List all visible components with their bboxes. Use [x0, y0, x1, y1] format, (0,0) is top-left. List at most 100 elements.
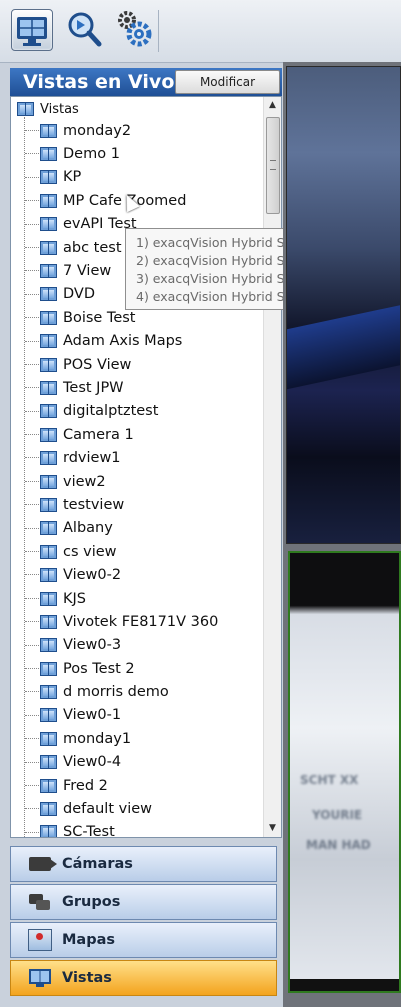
- tree-item[interactable]: d morris demo: [11, 680, 266, 703]
- tree-item[interactable]: Fred 2: [11, 774, 266, 797]
- view-icon: [40, 170, 57, 185]
- tree-connector: [25, 293, 39, 295]
- tree-connector: [25, 667, 39, 669]
- view-icon: [40, 334, 57, 349]
- live-view-button[interactable]: [11, 9, 53, 51]
- tree-item[interactable]: Test JPW: [11, 376, 266, 399]
- scroll-up-arrow-icon[interactable]: ▲: [264, 97, 281, 114]
- tree-connector: [25, 200, 39, 202]
- tree-item-label: Albany: [63, 520, 113, 537]
- view-icon: [40, 240, 57, 255]
- nav-maps[interactable]: Mapas: [10, 922, 277, 958]
- tree-item-label: Adam Axis Maps: [63, 333, 183, 350]
- scroll-down-arrow-icon[interactable]: ▼: [264, 820, 281, 837]
- tree-item-label: Demo 1: [63, 146, 120, 163]
- tree-connector: [25, 597, 39, 599]
- tree-connector: [25, 434, 39, 436]
- tree-item-label: Fred 2: [63, 777, 108, 794]
- tree-item[interactable]: Adam Axis Maps: [11, 330, 266, 353]
- tree-item-label: monday2: [63, 122, 132, 139]
- tree-item[interactable]: digitalptztest: [11, 400, 266, 423]
- tree-item[interactable]: monday2: [11, 119, 266, 142]
- tree-item[interactable]: Demo 1: [11, 142, 266, 165]
- tree-connector: [25, 387, 39, 389]
- tree-connector: [25, 270, 39, 272]
- view-icon: [40, 614, 57, 629]
- tree-item-label: d morris demo: [63, 684, 169, 701]
- view-icon: [40, 451, 57, 466]
- tree-item-label: testview: [63, 496, 125, 513]
- scroll-thumb[interactable]: [266, 117, 280, 214]
- tree-item[interactable]: SC-Test: [11, 821, 266, 838]
- tree-item[interactable]: View0-2: [11, 563, 266, 586]
- view-icon: [40, 731, 57, 746]
- tree-item[interactable]: KP: [11, 166, 266, 189]
- nav-views-label: Vistas: [62, 970, 112, 986]
- tree-connector: [25, 574, 39, 576]
- tree-connector: [25, 130, 39, 131]
- gears-icon: [118, 11, 152, 47]
- tree-item[interactable]: cs view: [11, 540, 266, 563]
- view-icon: [40, 264, 57, 279]
- tree-item[interactable]: POS View: [11, 353, 266, 376]
- tree-connector: [25, 621, 39, 623]
- nav-groups-label: Grupos: [62, 894, 121, 910]
- tree-item[interactable]: rdview1: [11, 446, 266, 469]
- view-icon: [40, 380, 57, 395]
- view-icon: [17, 102, 34, 116]
- view-icon: [40, 661, 57, 676]
- tree-connector: [25, 176, 39, 178]
- tree-connector: [25, 153, 39, 155]
- tree-item[interactable]: default view: [11, 797, 266, 820]
- search-button[interactable]: [64, 9, 104, 49]
- view-icon: [40, 591, 57, 606]
- toolbar-separator: [158, 10, 159, 52]
- tree-item-label: SC-Test: [63, 824, 115, 838]
- nav-cameras[interactable]: Cámaras: [10, 846, 277, 882]
- tree-connector: [25, 480, 39, 482]
- view-icon: [27, 967, 53, 989]
- tree-item[interactable]: Vivotek FE8171V 360: [11, 610, 266, 633]
- tree-item[interactable]: MP Cafe Zoomed: [11, 189, 266, 212]
- grip-icon: [270, 160, 276, 170]
- tree-item[interactable]: Camera 1: [11, 423, 266, 446]
- tree-item-label: 7 View: [63, 263, 112, 280]
- tree-item[interactable]: View0-3: [11, 634, 266, 657]
- modify-button[interactable]: Modificar: [175, 70, 280, 94]
- tree-item[interactable]: view2: [11, 470, 266, 493]
- tree-item[interactable]: View0-1: [11, 704, 266, 727]
- view-icon: [40, 778, 57, 793]
- tree-item[interactable]: monday1: [11, 727, 266, 750]
- view-icon: [40, 638, 57, 653]
- tree-item[interactable]: KJS: [11, 587, 266, 610]
- tree-connector: [25, 317, 39, 319]
- tree-connector: [25, 504, 39, 506]
- tree-item-label: Camera 1: [63, 426, 134, 443]
- tree-connector: [25, 363, 39, 365]
- video-tile-selected[interactable]: SCHT XX YOURIE MAN HAD: [288, 551, 401, 993]
- nav-views[interactable]: Vistas: [10, 960, 277, 996]
- tree-item-label: View0-1: [63, 707, 122, 724]
- setup-button[interactable]: [114, 9, 154, 49]
- view-icon: [40, 755, 57, 770]
- views-tree[interactable]: Vistas monday2 Demo 1 KP MP Cafe Zoomed evAP…: [10, 96, 282, 838]
- map-icon: [27, 929, 53, 951]
- view-icon: [40, 310, 57, 325]
- view-icon: [40, 568, 57, 583]
- tree-item[interactable]: Pos Test 2: [11, 657, 266, 680]
- tree-connector: [25, 457, 39, 459]
- view-icon: [40, 825, 57, 837]
- tree-root[interactable]: Vistas: [17, 99, 79, 119]
- video-content: [287, 304, 400, 390]
- tree-item-label: Pos Test 2: [63, 660, 135, 677]
- tree-item[interactable]: testview: [11, 493, 266, 516]
- tree-item[interactable]: Albany: [11, 517, 266, 540]
- tree-connector: [25, 784, 39, 786]
- tree-scrollbar[interactable]: ▲ ▼: [263, 97, 281, 837]
- tree-item-label: Test JPW: [63, 379, 124, 396]
- tree-item[interactable]: View0-4: [11, 751, 266, 774]
- view-icon: [40, 357, 57, 372]
- video-tile[interactable]: [286, 66, 401, 544]
- tree-item-label: default view: [63, 801, 153, 818]
- nav-groups[interactable]: Grupos: [10, 884, 277, 920]
